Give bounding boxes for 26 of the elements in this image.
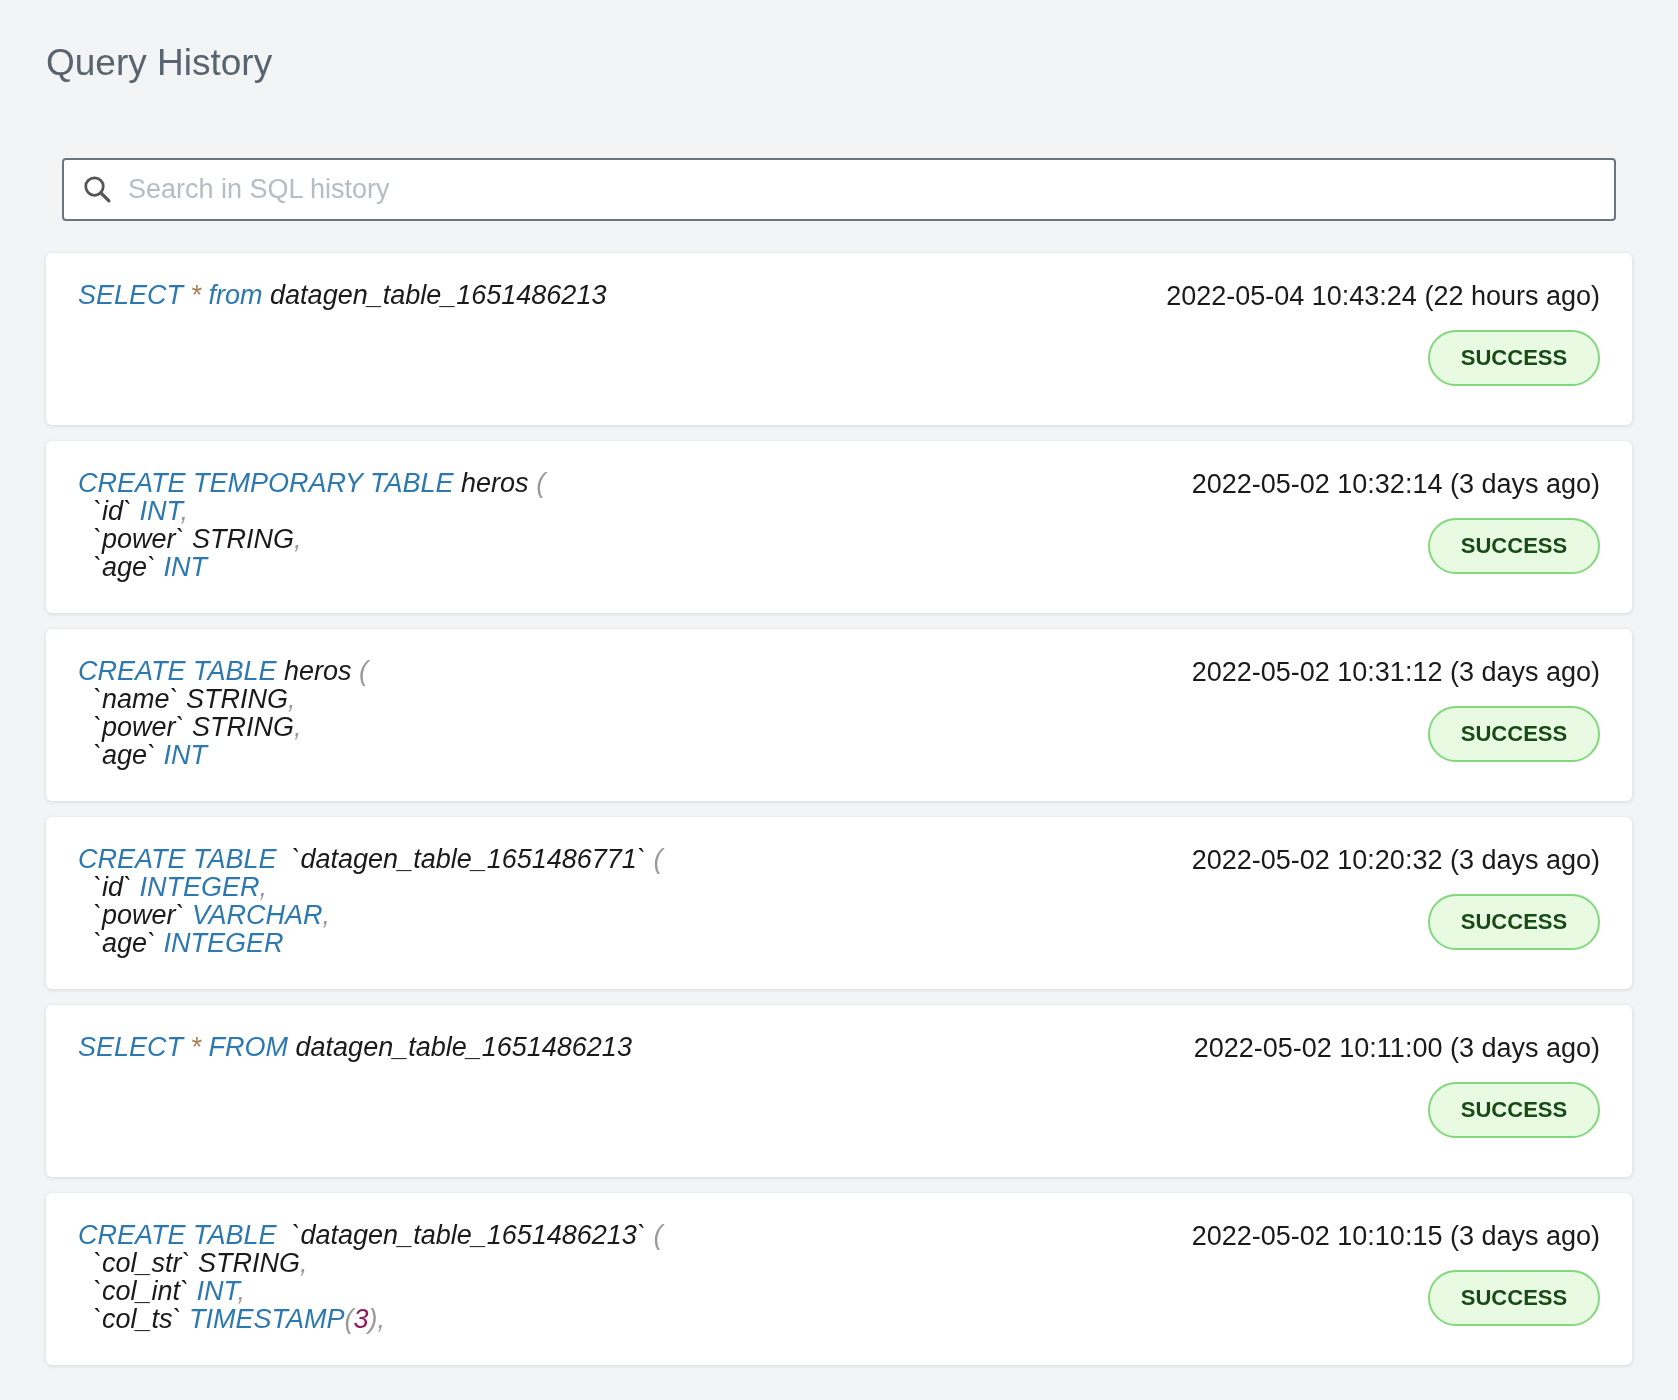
- status-badge: SUCCESS: [1428, 894, 1600, 950]
- status-badge: SUCCESS: [1428, 1270, 1600, 1326]
- query-card[interactable]: CREATE TEMPORARY TABLE heros ( `id` INT, `power` STRING, `age` INT 2022-05-02 10:32:14 (3 days ago) SUCCESS: [46, 441, 1632, 613]
- query-card[interactable]: CREATE TABLE `datagen_table_1651486213` ( `col_str` STRING, `col_int` INT, `col_ts` TIMESTAMP(3), 2022-05-02 10:10:15 (3 days ago) SUCCESS: [46, 1193, 1632, 1365]
- query-timestamp: 2022-05-02 10:10:15 (3 days ago): [1191, 1221, 1600, 1252]
- sql-query: CREATE TABLE heros ( `name` STRING, `power` STRING, `age` INT: [78, 657, 369, 772]
- page-title: Query History: [46, 42, 274, 84]
- query-card[interactable]: SELECT * from datagen_table_1651486213 2022-05-04 10:43:24 (22 hours ago) SUCCESS: [46, 253, 1632, 425]
- status-badge: SUCCESS: [1428, 706, 1600, 762]
- sql-query: SELECT * from datagen_table_1651486213: [78, 281, 607, 312]
- query-timestamp: 2022-05-02 10:32:14 (3 days ago): [1191, 469, 1600, 500]
- query-timestamp: 2022-05-02 10:20:32 (3 days ago): [1191, 845, 1600, 876]
- sql-query: CREATE TABLE `datagen_table_1651486771` ( `id` INTEGER, `power` VARCHAR, `age` INTEGER: [78, 845, 663, 960]
- status-badge: SUCCESS: [1428, 1082, 1600, 1138]
- status-badge: SUCCESS: [1428, 518, 1600, 574]
- sql-query: SELECT * FROM datagen_table_1651486213: [78, 1033, 632, 1064]
- query-card[interactable]: CREATE TABLE heros ( `name` STRING, `power` STRING, `age` INT 2022-05-02 10:31:12 (3 days ago) SUCCESS: [46, 629, 1632, 801]
- query-timestamp: 2022-05-04 10:43:24 (22 hours ago): [1166, 281, 1600, 312]
- query-timestamp: 2022-05-02 10:31:12 (3 days ago): [1191, 657, 1600, 688]
- query-card[interactable]: SELECT * FROM datagen_table_1651486213 2022-05-02 10:11:00 (3 days ago) SUCCESS: [46, 1005, 1632, 1177]
- sql-query: CREATE TEMPORARY TABLE heros ( `id` INT, `power` STRING, `age` INT: [78, 469, 546, 584]
- query-timestamp: 2022-05-02 10:11:00 (3 days ago): [1193, 1033, 1600, 1064]
- status-badge: SUCCESS: [1428, 330, 1600, 386]
- sql-query: CREATE TABLE `datagen_table_1651486213` ( `col_str` STRING, `col_int` INT, `col_ts` TIMESTAMP(3),: [78, 1221, 663, 1336]
- search-field[interactable]: Search in SQL history: [62, 158, 1616, 221]
- query-card[interactable]: CREATE TABLE `datagen_table_1651486771` ( `id` INTEGER, `power` VARCHAR, `age` INTEGER 2022-05-02 10:20:32 (3 days ago) SUCCESS: [46, 817, 1632, 989]
